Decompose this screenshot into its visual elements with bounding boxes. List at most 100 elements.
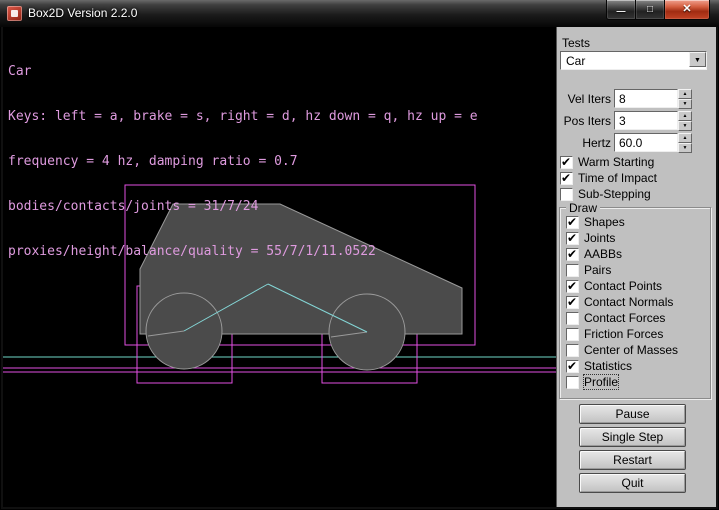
draw-checkbox-contact-normals[interactable]: ✔ Contact Normals [566,295,673,309]
aabbs-label: AABBs [584,247,622,261]
checkmark-icon: ✔ [567,247,577,261]
draw-checkbox-shapes[interactable]: ✔ Shapes [566,215,625,229]
shapes-label: Shapes [584,215,625,229]
center-of-masses-label: Center of Masses [584,343,678,357]
pairs-label: Pairs [584,263,611,277]
profile-label: Profile [584,375,618,389]
draw-checkbox-contact-points[interactable]: ✔ Contact Points [566,279,662,293]
vel-iters-label: Vel Iters [557,92,611,106]
maximize-icon: □ [647,5,653,15]
draw-checkbox-aabbs[interactable]: ✔ AABBs [566,247,622,261]
maximize-button[interactable]: □ [636,0,665,20]
contact-points-checkbox[interactable]: ✔ [566,280,579,293]
friction-forces-checkbox[interactable]: ✔ [566,328,579,341]
window-controls: — □ ✕ [606,0,710,20]
overlay-test-name: Car [8,64,478,79]
spinner-up-icon: ▲ [683,91,688,97]
pos-iters-input[interactable]: 3 [614,111,678,130]
draw-checkbox-pairs[interactable]: ✔ Pairs [566,263,611,277]
shapes-checkbox[interactable]: ✔ [566,216,579,229]
sub-stepping-label: Sub-Stepping [578,187,651,201]
minimize-icon: — [617,7,626,16]
hertz-up-button[interactable]: ▲ [678,133,692,143]
overlay-tree-quality: proxies/height/balance/quality = 55/7/1/… [8,244,478,259]
draw-group-title: Draw [566,201,600,215]
vel-iters-up-button[interactable]: ▲ [678,89,692,99]
contact-normals-label: Contact Normals [584,295,673,309]
draw-checkbox-friction-forces[interactable]: ✔ Friction Forces [566,327,663,341]
spinner-down-icon: ▼ [683,123,688,129]
draw-checkbox-joints[interactable]: ✔ Joints [566,231,615,245]
contact-normals-checkbox[interactable]: ✔ [566,296,579,309]
contact-points-label: Contact Points [584,279,662,293]
center-of-masses-checkbox[interactable]: ✔ [566,344,579,357]
overlay-keys-help: Keys: left = a, brake = s, right = d, hz… [8,109,478,124]
single-step-button[interactable]: Single Step [579,427,686,447]
pos-iters-label: Pos Iters [557,114,611,128]
checkbox-time-of-impact[interactable]: ✔ Time of Impact [560,171,657,185]
app-icon [7,6,22,21]
physics-canvas[interactable]: Car Keys: left = a, brake = s, right = d… [3,27,556,507]
tests-label: Tests [562,36,590,50]
stats-overlay: Car Keys: left = a, brake = s, right = d… [8,34,478,289]
app-window: Box2D Version 2.2.0 — □ ✕ [0,0,719,510]
close-icon: ✕ [682,4,691,15]
contact-forces-checkbox[interactable]: ✔ [566,312,579,325]
checkbox-warm-starting[interactable]: ✔ Warm Starting [560,155,654,169]
profile-checkbox[interactable]: ✔ [566,376,579,389]
spinner-down-icon: ▼ [683,145,688,151]
pause-button[interactable]: Pause [579,404,686,424]
vel-iters-input[interactable]: 8 [614,89,678,108]
hertz-spinner: Hertz 60.0 ▲ ▼ [557,133,716,152]
draw-checkbox-profile[interactable]: ✔ Profile [566,375,618,389]
draw-checkbox-statistics[interactable]: ✔ Statistics [566,359,632,373]
hertz-down-button[interactable]: ▼ [678,143,692,153]
pos-iters-spinner: Pos Iters 3 ▲ ▼ [557,111,716,130]
tests-dropdown-value: Car [566,54,585,68]
spinner-down-icon: ▼ [683,101,688,107]
statistics-checkbox[interactable]: ✔ [566,360,579,373]
control-panel: Tests Car ▼ Vel Iters 8 ▲ ▼ Pos Iters 3 [556,27,716,507]
vel-iters-down-button[interactable]: ▼ [678,99,692,109]
quit-button[interactable]: Quit [579,473,686,493]
warm-starting-label: Warm Starting [578,155,654,169]
joints-checkbox[interactable]: ✔ [566,232,579,245]
pos-iters-down-button[interactable]: ▼ [678,121,692,131]
pos-iters-up-button[interactable]: ▲ [678,111,692,121]
pairs-checkbox[interactable]: ✔ [566,264,579,277]
close-button[interactable]: ✕ [665,0,710,20]
hertz-label: Hertz [557,136,611,150]
chevron-down-icon: ▼ [694,57,701,64]
tests-dropdown[interactable]: Car ▼ [560,51,707,70]
time-of-impact-label: Time of Impact [578,171,657,185]
aabbs-checkbox[interactable]: ✔ [566,248,579,261]
sub-stepping-checkbox[interactable]: ✔ [560,188,573,201]
time-of-impact-checkbox[interactable]: ✔ [560,172,573,185]
overlay-frequency: frequency = 4 hz, damping ratio = 0.7 [8,154,478,169]
spinner-up-icon: ▲ [683,113,688,119]
tests-dropdown-arrow-button[interactable]: ▼ [689,52,706,67]
minimize-button[interactable]: — [606,0,636,20]
vel-iters-value: 8 [619,92,626,106]
draw-checkbox-center-of-masses[interactable]: ✔ Center of Masses [566,343,678,357]
restart-button[interactable]: Restart [579,450,686,470]
hertz-value: 60.0 [619,136,642,150]
vel-iters-arrows: ▲ ▼ [678,89,692,108]
titlebar[interactable]: Box2D Version 2.2.0 — □ ✕ [0,0,719,27]
checkmark-icon: ✔ [561,171,571,185]
hertz-arrows: ▲ ▼ [678,133,692,152]
checkmark-icon: ✔ [567,359,577,373]
draw-group: Draw ✔ Shapes ✔ Joints ✔ AABBs ✔ Pairs ✔… [559,207,711,399]
vel-iters-spinner: Vel Iters 8 ▲ ▼ [557,89,716,108]
checkmark-icon: ✔ [561,155,571,169]
checkbox-sub-stepping[interactable]: ✔ Sub-Stepping [560,187,651,201]
tests-dropdown-box[interactable]: Car [560,51,707,70]
checkmark-icon: ✔ [567,295,577,309]
contact-forces-label: Contact Forces [584,311,665,325]
draw-checkbox-contact-forces[interactable]: ✔ Contact Forces [566,311,665,325]
window-title: Box2D Version 2.2.0 [28,6,137,20]
hertz-input[interactable]: 60.0 [614,133,678,152]
pos-iters-arrows: ▲ ▼ [678,111,692,130]
warm-starting-checkbox[interactable]: ✔ [560,156,573,169]
checkmark-icon: ✔ [567,279,577,293]
